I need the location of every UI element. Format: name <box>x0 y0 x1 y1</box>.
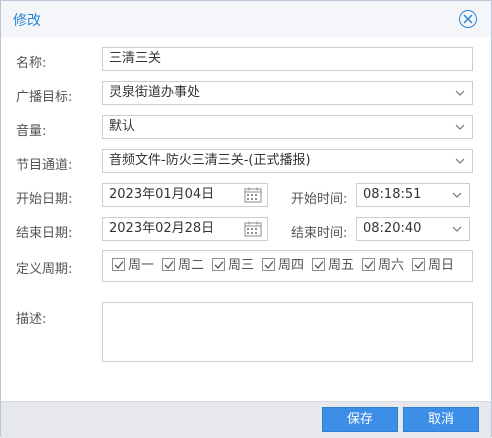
weekday-checkbox[interactable]: 周六 <box>362 258 404 274</box>
chevron-down-icon <box>452 192 462 198</box>
checkbox-checked-icon <box>412 258 425 271</box>
chevron-down-icon <box>455 90 465 96</box>
target-value: 灵泉街道办事处 <box>109 85 201 100</box>
channel-select[interactable]: 音频文件-防火三清三关-(正式播报) <box>102 149 473 173</box>
checkbox-checked-icon <box>112 258 125 271</box>
weekday-checkbox[interactable]: 周一 <box>112 258 154 274</box>
end-time-label: 结束时间: <box>291 226 348 241</box>
start-date-label: 开始日期: <box>16 192 73 207</box>
end-date-input[interactable]: 2023年02月28日 <box>102 217 268 241</box>
save-button[interactable]: 保存 <box>322 407 398 432</box>
description-textarea[interactable] <box>102 302 473 362</box>
period-label: 定义周期: <box>16 262 73 277</box>
volume-value: 默认 <box>109 119 136 134</box>
start-time-label: 开始时间: <box>291 192 348 207</box>
weekday-checkbox[interactable]: 周四 <box>262 258 304 274</box>
weekday-label: 周一 <box>128 258 155 273</box>
calendar-icon[interactable] <box>244 221 262 237</box>
checkbox-checked-icon <box>212 258 225 271</box>
weekday-checkbox[interactable]: 周日 <box>412 258 454 274</box>
checkbox-checked-icon <box>162 258 175 271</box>
start-date-value: 2023年01月04日 <box>109 187 215 202</box>
dialog-footer: 保存 取消 <box>1 401 491 438</box>
end-time-value: 08:20:40 <box>363 221 422 236</box>
cancel-button[interactable]: 取消 <box>403 407 479 432</box>
chevron-down-icon <box>455 158 465 164</box>
dialog-titlebar: 修改 <box>1 1 491 37</box>
target-select[interactable]: 灵泉街道办事处 <box>102 81 473 105</box>
checkbox-checked-icon <box>262 258 275 271</box>
weekday-checkbox[interactable]: 周五 <box>312 258 354 274</box>
close-icon <box>463 14 473 24</box>
end-time-select[interactable]: 08:20:40 <box>356 217 470 241</box>
name-label: 名称: <box>16 56 47 71</box>
channel-label: 节目通道: <box>16 158 73 173</box>
volume-label: 音量: <box>16 124 47 139</box>
channel-value: 音频文件-防火三清三关-(正式播报) <box>109 153 311 168</box>
checkbox-checked-icon <box>362 258 375 271</box>
weekday-label: 周二 <box>178 258 205 273</box>
start-date-input[interactable]: 2023年01月04日 <box>102 183 268 207</box>
chevron-down-icon <box>455 124 465 130</box>
weekday-label: 周三 <box>228 258 255 273</box>
description-label: 描述: <box>16 312 47 327</box>
start-time-value: 08:18:51 <box>363 187 422 202</box>
weekday-label: 周六 <box>378 258 405 273</box>
checkbox-checked-icon <box>312 258 325 271</box>
dialog-title: 修改 <box>13 13 41 29</box>
calendar-icon[interactable] <box>244 187 262 203</box>
end-date-value: 2023年02月28日 <box>109 221 215 236</box>
weekday-label: 周四 <box>278 258 305 273</box>
name-value: 三清三关 <box>109 51 162 66</box>
name-input[interactable]: 三清三关 <box>102 47 473 71</box>
weekday-checkbox[interactable]: 周二 <box>162 258 204 274</box>
weekday-checkbox-group: 周一 周二 周三 周四 周五 周六 周日 <box>102 250 473 282</box>
weekday-label: 周五 <box>328 258 355 273</box>
weekday-label: 周日 <box>428 258 455 273</box>
volume-select[interactable]: 默认 <box>102 115 473 139</box>
start-time-select[interactable]: 08:18:51 <box>356 183 470 207</box>
end-date-label: 结束日期: <box>16 226 73 241</box>
target-label: 广播目标: <box>16 90 73 105</box>
weekday-checkbox[interactable]: 周三 <box>212 258 254 274</box>
chevron-down-icon <box>452 226 462 232</box>
close-button[interactable] <box>459 10 477 28</box>
edit-dialog: 修改 名称: 三清三关 广播目标: 灵泉街道办事处 音量: 默认 节目通道: 音… <box>0 0 492 438</box>
